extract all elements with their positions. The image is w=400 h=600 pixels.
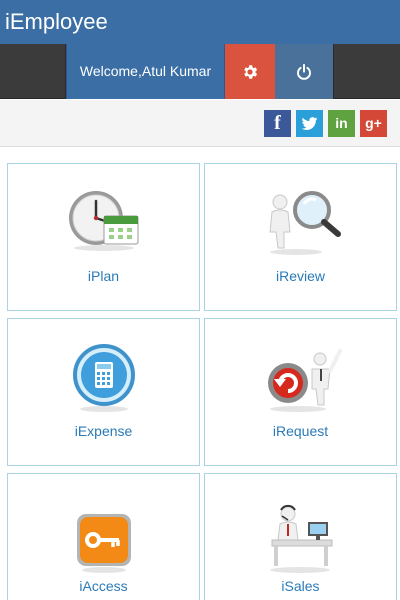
calculator-icon — [72, 344, 135, 412]
nav-bar: Welcome,Atul Kumar — [0, 44, 400, 99]
tile-label: iExpense — [74, 423, 133, 439]
twitter-icon — [301, 117, 318, 130]
facebook-icon: f — [274, 112, 281, 134]
linkedin-button[interactable]: in — [328, 110, 355, 137]
tile-iexpense[interactable]: iExpense — [7, 318, 200, 466]
tile-irequest[interactable]: iRequest — [204, 318, 397, 466]
sales-desk-figure-icon — [269, 504, 332, 573]
app-title: iEmployee — [5, 9, 108, 34]
magnifier-figure-icon — [268, 191, 341, 255]
power-button[interactable] — [275, 44, 333, 99]
refresh-figure-icon — [267, 349, 342, 412]
linkedin-icon: in — [335, 115, 348, 131]
power-icon — [297, 63, 311, 80]
tile-iplan[interactable]: iPlan — [7, 163, 200, 311]
social-bar: f in g+ — [0, 100, 400, 147]
googleplus-button[interactable]: g+ — [360, 110, 387, 137]
clock-calendar-icon — [68, 191, 138, 251]
welcome-text: Welcome,Atul Kumar — [66, 44, 225, 99]
tile-label: iRequest — [272, 423, 329, 439]
nav-divider — [333, 44, 334, 99]
tile-label: iReview — [275, 268, 325, 284]
googleplus-icon: g+ — [365, 115, 382, 131]
tile-label: iSales — [281, 578, 320, 594]
gear-icon — [244, 64, 258, 79]
tile-ireview[interactable]: iReview — [204, 163, 397, 311]
tile-isales[interactable]: iSales — [204, 473, 397, 600]
tile-label: iAccess — [79, 578, 128, 594]
twitter-button[interactable] — [296, 110, 323, 137]
key-icon — [76, 514, 131, 573]
settings-button[interactable] — [225, 44, 275, 99]
app-header: iEmployee — [0, 0, 400, 44]
facebook-button[interactable]: f — [264, 110, 291, 137]
tile-label: iPlan — [87, 268, 120, 284]
tile-iaccess[interactable]: iAccess — [7, 473, 200, 600]
